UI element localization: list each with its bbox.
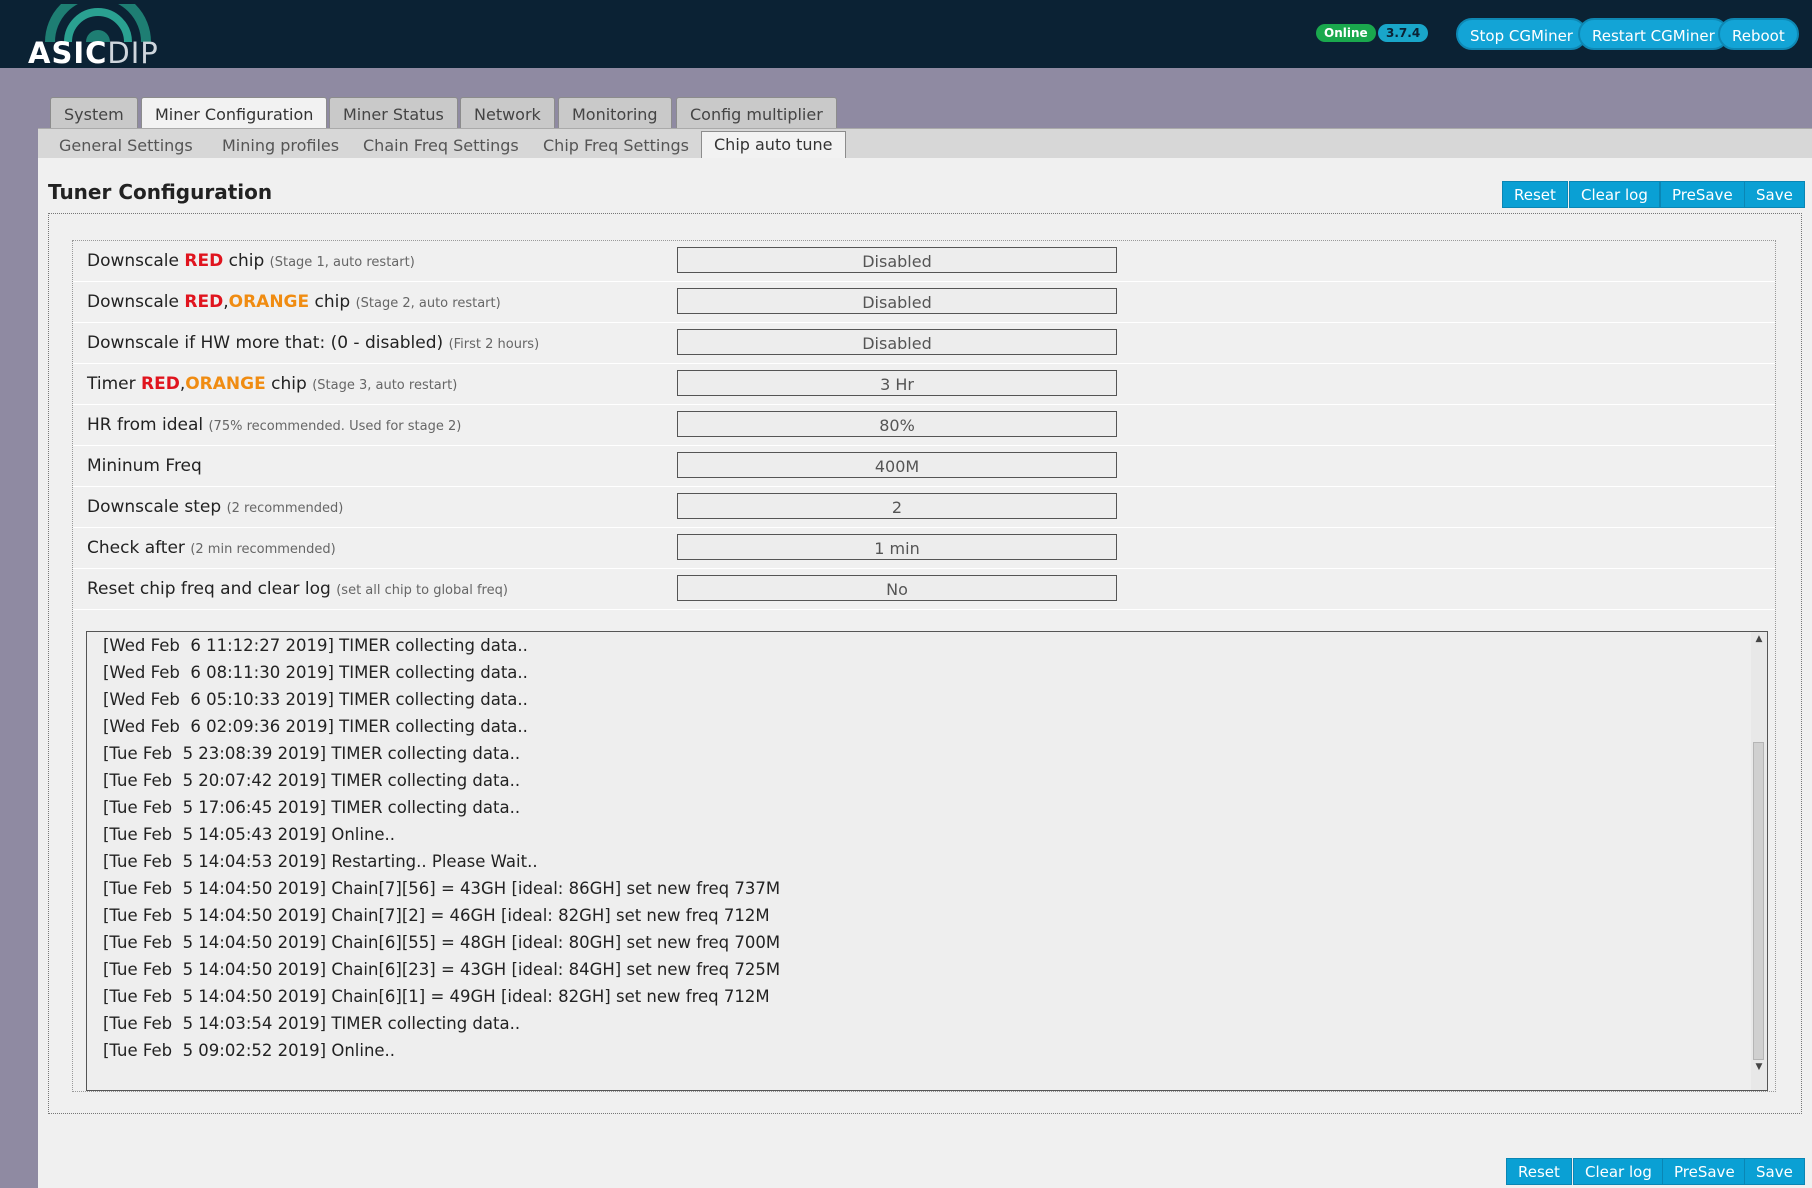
status-badge: Online [1316,24,1376,42]
subtab-chain-freq-settings[interactable]: Chain Freq Settings [363,136,519,155]
tab-miner-status[interactable]: Miner Status [329,97,458,129]
downscale-red-orange-select[interactable]: Disabled [677,288,1117,314]
tab-monitoring[interactable]: Monitoring [558,97,672,129]
setting-label: Downscale if HW more that: (0 - disabled… [87,333,540,353]
log-line: [Tue Feb 5 23:08:39 2019] TIMER collecti… [103,744,521,763]
scroll-down-icon[interactable]: ▼ [1751,1062,1767,1076]
setting-label: Check after (2 min recommended) [87,538,336,558]
subtab-chip-freq-settings[interactable]: Chip Freq Settings [543,136,689,155]
setting-row: Reset chip freq and clear log (set all c… [73,569,1775,610]
top-header: ASICDIP Online 3.7.4 Stop CGMiner Restar… [0,0,1812,70]
setting-label: HR from ideal (75% recommended. Used for… [87,415,462,435]
reboot-button[interactable]: Reboot [1718,18,1799,50]
restart-cgminer-button[interactable]: Restart CGMiner [1578,18,1729,50]
tab-network[interactable]: Network [460,97,555,129]
timer-select[interactable]: 3 Hr [677,370,1117,396]
log-line: [Wed Feb 6 08:11:30 2019] TIMER collecti… [103,663,528,682]
tuner-log-textarea[interactable]: [Wed Feb 6 11:12:27 2019] TIMER collecti… [86,631,1768,1091]
setting-row: Downscale step (2 recommended) 2 [73,487,1775,528]
config-frame: Downscale RED chip (Stage 1, auto restar… [48,213,1802,1114]
hr-from-ideal-select[interactable]: 80% [677,411,1117,437]
version-badge: 3.7.4 [1378,24,1429,42]
setting-label: Downscale step (2 recommended) [87,497,344,517]
subtab-mining-profiles[interactable]: Mining profiles [222,136,339,155]
clear-log-button-bottom[interactable]: Clear log [1573,1158,1664,1185]
setting-row: Mininum Freq 400M [73,446,1775,487]
setting-label: Mininum Freq [87,456,202,476]
log-line: [Tue Feb 5 14:04:50 2019] Chain[7][56] =… [103,879,781,898]
setting-label: Downscale RED,ORANGE chip (Stage 2, auto… [87,292,501,312]
log-scrollbar[interactable]: ▲ ▼ [1751,632,1767,1090]
tab-system[interactable]: System [50,97,138,129]
tab-config-multiplier[interactable]: Config multiplier [676,97,837,129]
log-line: [Tue Feb 5 17:06:45 2019] TIMER collecti… [103,798,521,817]
tuner-panel: Tuner Configuration Reset Clear log PreS… [38,158,1812,1188]
setting-label: Timer RED,ORANGE chip (Stage 3, auto res… [87,374,458,394]
downscale-red-select[interactable]: Disabled [677,247,1117,273]
log-line: [Tue Feb 5 20:07:42 2019] TIMER collecti… [103,771,521,790]
log-line: [Tue Feb 5 14:04:53 2019] Restarting.. P… [103,852,538,871]
log-line: [Tue Feb 5 14:05:43 2019] Online.. [103,825,396,844]
save-button-bottom[interactable]: Save [1744,1158,1805,1185]
setting-row: Downscale RED chip (Stage 1, auto restar… [73,241,1775,282]
save-button-top[interactable]: Save [1744,181,1805,208]
setting-row: Check after (2 min recommended) 1 min [73,528,1775,569]
stop-cgminer-button[interactable]: Stop CGMiner [1456,18,1587,50]
setting-row: Downscale RED,ORANGE chip (Stage 2, auto… [73,282,1775,323]
scroll-up-icon[interactable]: ▲ [1751,634,1767,648]
setting-label: Reset chip freq and clear log (set all c… [87,579,508,599]
minimum-freq-select[interactable]: 400M [677,452,1117,478]
setting-row: Downscale if HW more that: (0 - disabled… [73,323,1775,364]
log-line: [Wed Feb 6 11:12:27 2019] TIMER collecti… [103,636,528,655]
page-title: Tuner Configuration [48,180,273,204]
check-after-select[interactable]: 1 min [677,534,1117,560]
setting-row: Timer RED,ORANGE chip (Stage 3, auto res… [73,364,1775,405]
setting-label: Downscale RED chip (Stage 1, auto restar… [87,251,415,271]
reset-chip-freq-select[interactable]: No [677,575,1117,601]
log-line: [Tue Feb 5 14:04:50 2019] Chain[6][55] =… [103,933,781,952]
log-line: [Wed Feb 6 02:09:36 2019] TIMER collecti… [103,717,528,736]
reset-button-bottom[interactable]: Reset [1506,1158,1572,1185]
subtab-chip-auto-tune[interactable]: Chip auto tune [701,131,846,158]
downscale-hw-select[interactable]: Disabled [677,329,1117,355]
log-line: [Wed Feb 6 05:10:33 2019] TIMER collecti… [103,690,528,709]
asicdip-logo: ASICDIP [28,4,168,70]
logo-text: ASICDIP [28,36,159,70]
settings-form: Downscale RED chip (Stage 1, auto restar… [72,240,1776,1092]
presave-button-bottom[interactable]: PreSave [1662,1158,1747,1185]
log-line: [Tue Feb 5 14:03:54 2019] TIMER collecti… [103,1014,521,1033]
log-line: [Tue Feb 5 09:02:52 2019] Online.. [103,1041,396,1060]
downscale-step-select[interactable]: 2 [677,493,1117,519]
clear-log-button-top[interactable]: Clear log [1569,181,1660,208]
presave-button-top[interactable]: PreSave [1660,181,1745,208]
log-line: [Tue Feb 5 14:04:50 2019] Chain[6][23] =… [103,960,781,979]
sub-tabs: General Settings Mining profiles Chain F… [38,128,1812,159]
scroll-thumb[interactable] [1753,742,1764,1060]
log-line: [Tue Feb 5 14:04:50 2019] Chain[6][1] = … [103,987,770,1006]
log-line: [Tue Feb 5 14:04:50 2019] Chain[7][2] = … [103,906,770,925]
setting-row: HR from ideal (75% recommended. Used for… [73,405,1775,446]
tab-miner-configuration[interactable]: Miner Configuration [141,97,328,130]
subtab-general-settings[interactable]: General Settings [59,136,193,155]
reset-button-top[interactable]: Reset [1502,181,1568,208]
